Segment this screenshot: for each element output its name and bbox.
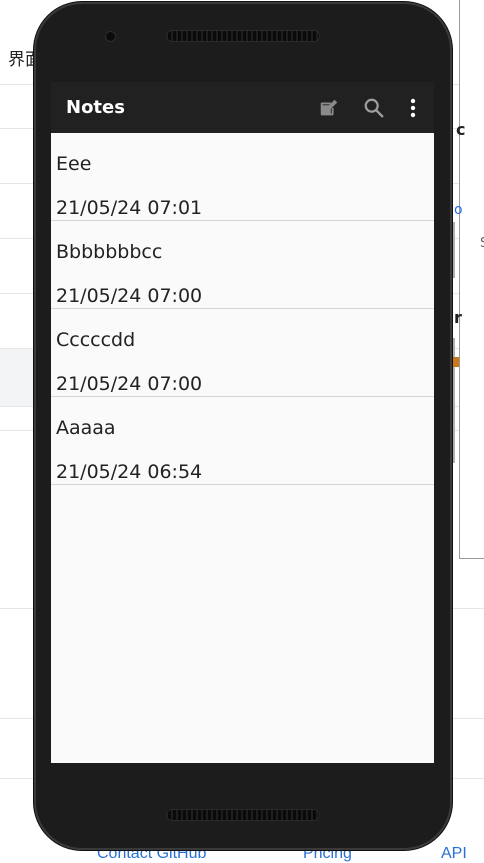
note-title: Eee — [56, 153, 92, 175]
note-title: Aaaaa — [56, 417, 116, 439]
app-screen: Notes Eee 21/05/24 07:01 Bbbbbbbcc 21/05… — [51, 82, 434, 763]
list-item[interactable]: Bbbbbbbcc 21/05/24 07:00 — [51, 221, 434, 309]
bottom-speaker-grille — [166, 809, 320, 821]
background-right-fragment: r — [454, 308, 462, 327]
note-date: 21/05/24 07:00 — [56, 373, 203, 395]
app-title: Notes — [66, 97, 125, 118]
front-camera — [106, 32, 115, 41]
list-item[interactable]: Cccccdd 21/05/24 07:00 — [51, 309, 434, 397]
footer-link-api[interactable]: API — [441, 845, 467, 863]
background-right-fragment: c — [456, 120, 466, 139]
overflow-menu-icon[interactable] — [401, 96, 425, 120]
notes-list: Eee 21/05/24 07:01 Bbbbbbbcc 21/05/24 07… — [51, 133, 434, 485]
top-speaker-grille — [166, 30, 320, 42]
search-icon[interactable] — [362, 96, 386, 120]
note-date: 21/05/24 07:00 — [56, 285, 203, 307]
note-date: 21/05/24 07:01 — [56, 197, 203, 219]
background-right-fragment: S — [480, 236, 484, 251]
list-item[interactable]: Aaaaa 21/05/24 06:54 — [51, 397, 434, 485]
note-title: Cccccdd — [56, 329, 136, 351]
app-toolbar: Notes — [51, 82, 434, 133]
background-right-fragment: o — [454, 202, 463, 218]
note-date: 21/05/24 06:54 — [56, 461, 203, 483]
background-accent-mark — [451, 357, 459, 367]
list-item[interactable]: Eee 21/05/24 07:01 — [51, 133, 434, 221]
background-right-panel: c o r S — [454, 0, 484, 559]
new-note-icon[interactable] — [317, 96, 341, 120]
note-title: Bbbbbbbcc — [56, 241, 163, 263]
